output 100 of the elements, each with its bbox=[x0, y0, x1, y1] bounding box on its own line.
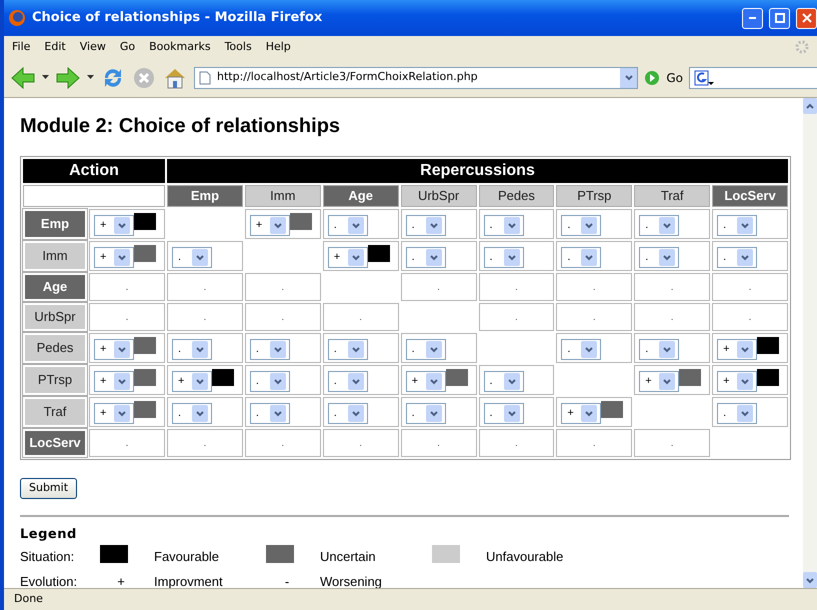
select-field[interactable]: . bbox=[328, 339, 368, 360]
column-header: Imm bbox=[244, 185, 321, 207]
search-engine-icon bbox=[694, 70, 714, 86]
chevron-down-icon bbox=[428, 345, 439, 354]
chevron-down-icon bbox=[506, 221, 516, 230]
select-field[interactable]: + bbox=[94, 371, 134, 392]
select-field[interactable]: . bbox=[250, 339, 290, 360]
chevron-down-icon bbox=[350, 377, 361, 386]
select-field[interactable]: + bbox=[94, 215, 134, 236]
page-icon bbox=[199, 70, 211, 84]
select-field[interactable]: . bbox=[484, 247, 524, 268]
table-cell: . bbox=[167, 273, 243, 301]
select-field[interactable]: . bbox=[717, 247, 758, 268]
select-field[interactable]: + bbox=[406, 371, 446, 392]
scrollbar[interactable] bbox=[803, 98, 817, 588]
table-cell: . bbox=[478, 303, 554, 331]
select-field[interactable]: . bbox=[328, 371, 368, 392]
back-arrow-icon[interactable] bbox=[10, 66, 36, 90]
go-button[interactable]: Go bbox=[666, 68, 683, 86]
menu-item[interactable]: Edit bbox=[44, 38, 66, 56]
go-icon[interactable] bbox=[644, 70, 660, 86]
search-field[interactable] bbox=[689, 66, 817, 88]
select-field[interactable]: . bbox=[639, 339, 680, 360]
chevron-down-icon bbox=[195, 253, 205, 262]
menu-item[interactable]: Bookmarks bbox=[149, 38, 211, 56]
select-field[interactable]: . bbox=[250, 403, 290, 424]
submit-button[interactable]: Submit bbox=[20, 478, 78, 498]
select-field[interactable]: + bbox=[172, 371, 212, 392]
chevron-down-icon bbox=[350, 253, 361, 262]
scroll-down-icon[interactable] bbox=[805, 576, 815, 584]
legend-symbol: - bbox=[284, 574, 290, 588]
chevron-down-icon bbox=[117, 377, 127, 386]
select-field[interactable]: . bbox=[406, 339, 446, 360]
select-field[interactable]: . bbox=[172, 339, 212, 360]
window-title: Choice of relationships - Mozilla Firefox bbox=[32, 9, 322, 28]
select-field[interactable]: . bbox=[328, 215, 368, 236]
menu-item[interactable]: View bbox=[80, 38, 106, 56]
select-field[interactable]: + bbox=[717, 339, 758, 360]
select-field[interactable]: + bbox=[328, 247, 368, 268]
scroll-up-icon[interactable] bbox=[805, 102, 815, 110]
chevron-down-icon bbox=[195, 377, 205, 386]
caret-icon[interactable] bbox=[87, 75, 94, 80]
minimize-button[interactable] bbox=[742, 8, 763, 28]
column-header: Emp bbox=[167, 185, 243, 207]
chevron-down-icon bbox=[740, 377, 750, 386]
select-field[interactable]: + bbox=[561, 403, 602, 424]
chevron-down-icon bbox=[740, 345, 750, 354]
legend-symbol: + bbox=[117, 574, 125, 588]
select-field[interactable]: . bbox=[406, 215, 446, 236]
select-field[interactable]: . bbox=[406, 247, 446, 268]
column-header: UrbSpr bbox=[400, 185, 476, 207]
chevron-down-icon bbox=[662, 253, 672, 262]
row-header: PTrsp bbox=[23, 365, 87, 395]
chevron-down-icon bbox=[740, 253, 750, 262]
table-cell: . bbox=[634, 303, 710, 331]
maximize-button[interactable] bbox=[769, 8, 790, 28]
forward-arrow-icon[interactable] bbox=[55, 66, 81, 90]
select-field[interactable]: . bbox=[328, 403, 368, 424]
select-field[interactable]: . bbox=[484, 371, 524, 392]
table-cell: . bbox=[244, 429, 321, 457]
select-field[interactable]: + bbox=[94, 247, 134, 268]
legend-text: Favourable bbox=[154, 549, 220, 564]
select-field[interactable]: + bbox=[94, 403, 134, 424]
menu-item[interactable]: Go bbox=[120, 38, 136, 56]
table-cell: . bbox=[167, 303, 243, 331]
row-header: Traf bbox=[23, 397, 87, 427]
select-field[interactable]: + bbox=[639, 371, 680, 392]
menu-item[interactable]: File bbox=[12, 38, 30, 56]
select-field[interactable]: . bbox=[172, 247, 212, 268]
status-text: Done bbox=[14, 591, 43, 608]
chevron-down-icon bbox=[272, 345, 283, 354]
table-cell: . bbox=[244, 303, 321, 331]
select-field[interactable]: . bbox=[717, 403, 758, 424]
address-field[interactable]: http://localhost/Article3/FormChoixRelation.php bbox=[194, 66, 638, 88]
menu-item[interactable]: Tools bbox=[224, 38, 252, 56]
select-field[interactable]: + bbox=[250, 215, 290, 236]
select-field[interactable]: . bbox=[639, 247, 680, 268]
table-cell: . bbox=[167, 429, 243, 457]
caret-icon[interactable] bbox=[42, 75, 49, 80]
select-field[interactable]: . bbox=[484, 403, 524, 424]
table-cell: . bbox=[400, 429, 476, 457]
select-field[interactable]: . bbox=[639, 215, 680, 236]
select-field[interactable]: . bbox=[561, 215, 602, 236]
close-button[interactable] bbox=[796, 8, 817, 28]
select-field[interactable]: . bbox=[172, 403, 212, 424]
row-header: Pedes bbox=[23, 333, 87, 363]
select-field[interactable]: + bbox=[94, 339, 134, 360]
legend-text: Improvment bbox=[154, 574, 223, 588]
select-field[interactable]: + bbox=[717, 371, 758, 392]
select-field[interactable]: . bbox=[250, 371, 290, 392]
select-field[interactable]: . bbox=[717, 215, 758, 236]
select-field[interactable]: . bbox=[484, 215, 524, 236]
table-cell: . bbox=[322, 429, 399, 457]
chevron-down-icon bbox=[117, 345, 127, 354]
select-field[interactable]: . bbox=[561, 339, 602, 360]
column-header: Traf bbox=[634, 185, 710, 207]
select-field[interactable]: . bbox=[406, 403, 446, 424]
legend-label: Situation: bbox=[20, 549, 74, 564]
menu-item[interactable]: Help bbox=[266, 38, 291, 56]
select-field[interactable]: . bbox=[561, 247, 602, 268]
